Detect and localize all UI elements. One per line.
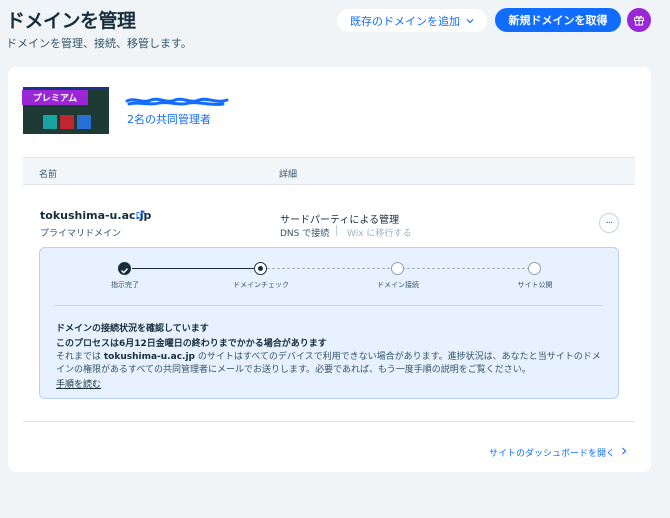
panel-divider bbox=[54, 305, 603, 306]
thumbnail-block bbox=[77, 115, 91, 129]
step-pending bbox=[528, 262, 541, 275]
progress-line-done bbox=[132, 268, 261, 269]
external-link-icon[interactable] bbox=[136, 210, 145, 219]
domain-type: プライマリドメイン bbox=[40, 229, 122, 239]
connection-status-panel: 指示完了 ドメインチェック ドメイン接続 サイト公開 ドメインの接続状況を確認し… bbox=[39, 247, 619, 399]
status-subtitle: このプロセスは6月12日金曜日の終わりまでかかる場合があります bbox=[56, 339, 327, 349]
open-dashboard-label: サイトのダッシュボードを開く bbox=[489, 449, 616, 459]
chevron-right-icon bbox=[622, 447, 627, 455]
column-header-name: 名前 bbox=[39, 170, 58, 180]
page-subtitle: ドメインを管理、接続、移管します。 bbox=[6, 37, 192, 50]
chevron-down-icon bbox=[466, 18, 474, 23]
column-header-details: 詳細 bbox=[279, 170, 298, 180]
step-pending bbox=[391, 262, 404, 275]
check-icon bbox=[121, 268, 129, 274]
collaborators-link[interactable]: 2名の共同管理者 bbox=[127, 111, 211, 127]
step-label: ドメイン接続 bbox=[377, 281, 419, 289]
more-icon: ··· bbox=[605, 217, 613, 229]
move-to-wix-link[interactable]: Wix に移行する bbox=[347, 226, 411, 239]
more-actions-button[interactable]: ··· bbox=[599, 213, 619, 233]
read-instructions-link[interactable]: 手順を読む bbox=[56, 377, 101, 390]
connection-type: DNS で接続 bbox=[280, 229, 330, 239]
detail-separator bbox=[336, 225, 337, 236]
card-divider bbox=[23, 421, 635, 422]
redacted-site-name bbox=[125, 97, 229, 106]
domain-card: プレミアム 2名の共同管理者 名前 詳細 tokushima-u.ac.jp プ… bbox=[8, 67, 651, 472]
step-current-dot bbox=[257, 265, 263, 271]
add-existing-domain-label: 既存のドメインを追加 bbox=[350, 14, 460, 28]
step-current bbox=[254, 262, 267, 275]
open-dashboard-link[interactable]: サイトのダッシュボードを開く bbox=[489, 446, 627, 459]
premium-badge: プレミアム bbox=[22, 90, 88, 105]
gift-icon bbox=[634, 15, 644, 26]
gift-button[interactable] bbox=[627, 8, 651, 32]
table-header: 名前 詳細 bbox=[23, 157, 635, 185]
status-title: ドメインの接続状況を確認しています bbox=[56, 324, 209, 334]
add-existing-domain-button[interactable]: 既存のドメインを追加 bbox=[337, 9, 487, 32]
page-title: ドメインを管理 bbox=[6, 10, 136, 32]
status-body-prefix: それまでは bbox=[56, 352, 104, 362]
step-label: ドメインチェック bbox=[233, 281, 289, 289]
page-header: ドメインを管理 ドメインを管理、接続、移管します。 既存のドメインを追加 新規ド… bbox=[0, 0, 670, 62]
step-complete bbox=[118, 262, 131, 275]
thumbnail-block bbox=[60, 115, 74, 129]
management-status: サードパーティによる管理 bbox=[280, 215, 400, 226]
step-label: サイト公開 bbox=[517, 281, 553, 289]
get-new-domain-button[interactable]: 新規ドメインを取得 bbox=[495, 8, 621, 32]
thumbnail-block bbox=[43, 115, 57, 129]
status-body: それまでは tokushima-u.ac.jp のサイトはすべてのデバイスで利用… bbox=[56, 351, 604, 377]
status-body-domain: tokushima-u.ac.jp bbox=[103, 352, 195, 362]
domain-name[interactable]: tokushima-u.ac.jp bbox=[40, 209, 151, 222]
step-label: 指示完了 bbox=[111, 281, 139, 289]
